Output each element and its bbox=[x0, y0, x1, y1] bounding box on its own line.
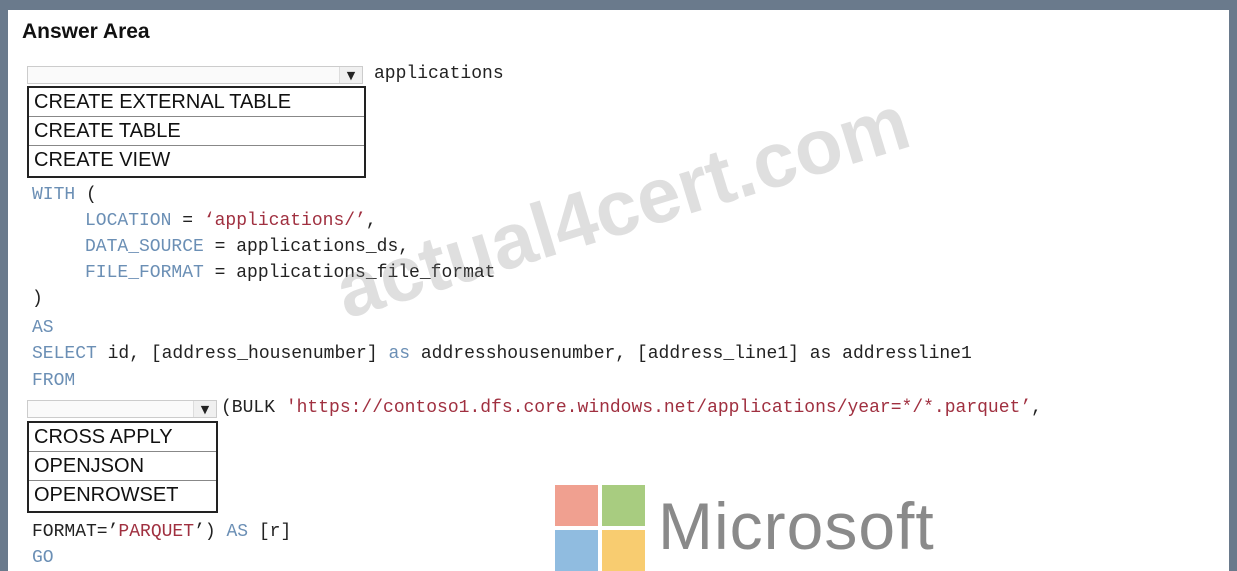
code-line-from: FROM bbox=[32, 371, 76, 391]
code-line-bulk: (BULK 'https://contoso1.dfs.core.windows… bbox=[221, 398, 1042, 418]
keyword: LOCATION bbox=[85, 211, 172, 231]
option-openrowset[interactable]: OPENROWSET bbox=[29, 481, 216, 510]
code-text: FORMAT=’ bbox=[32, 522, 119, 542]
code-line-with: WITH ( bbox=[32, 185, 97, 205]
code-text: , bbox=[1031, 398, 1042, 418]
chevron-down-icon[interactable]: ▼ bbox=[339, 67, 362, 83]
code-line-go: GO bbox=[32, 548, 54, 568]
logo-square-red bbox=[555, 485, 598, 526]
keyword: DATA_SOURCE bbox=[85, 237, 204, 257]
code-text: addresshousenumber, [address_line1] as a… bbox=[410, 344, 972, 364]
statement-type-dropdown[interactable]: ▼ bbox=[27, 66, 363, 84]
option-cross-apply[interactable]: CROSS APPLY bbox=[29, 423, 216, 452]
logo-square-yellow bbox=[602, 530, 645, 571]
code-line-close-paren: ) bbox=[32, 289, 43, 309]
option-create-external-table[interactable]: CREATE EXTERNAL TABLE bbox=[29, 88, 364, 117]
code-text: = applications_file_format bbox=[203, 263, 496, 283]
option-create-table[interactable]: CREATE TABLE bbox=[29, 117, 364, 146]
string-literal: ‘applications/’ bbox=[203, 211, 366, 231]
code-text: = bbox=[171, 211, 204, 231]
statement-type-options: CREATE EXTERNAL TABLE CREATE TABLE CREAT… bbox=[27, 86, 366, 178]
code-line-select: SELECT id, [address_housenumber] as addr… bbox=[32, 344, 972, 364]
keyword: AS bbox=[226, 522, 249, 542]
logo-square-green bbox=[602, 485, 645, 526]
chevron-down-icon[interactable]: ▼ bbox=[193, 401, 216, 417]
option-create-view[interactable]: CREATE VIEW bbox=[29, 146, 364, 175]
logo-square-blue bbox=[555, 530, 598, 571]
string-literal: 'https://contoso1.dfs.core.windows.net/a… bbox=[285, 398, 1032, 418]
keyword: WITH bbox=[32, 185, 76, 205]
code-text: , bbox=[365, 211, 377, 231]
rowset-function-dropdown[interactable]: ▼ bbox=[27, 400, 217, 418]
keyword: FILE_FORMAT bbox=[85, 263, 204, 283]
code-text: ( bbox=[75, 185, 97, 205]
code-text: = applications_ds, bbox=[203, 237, 410, 257]
code-line-data-source: DATA_SOURCE = applications_ds, bbox=[85, 237, 409, 257]
code-text: (BULK bbox=[221, 398, 286, 418]
microsoft-logo-icon bbox=[555, 485, 645, 571]
code-line-format: FORMAT=’PARQUET’) AS [r] bbox=[32, 522, 291, 542]
code-line-location: LOCATION = ‘applications/’, bbox=[85, 211, 377, 231]
keyword: SELECT bbox=[32, 344, 97, 364]
code-line-as: AS bbox=[32, 318, 54, 338]
rowset-function-options: CROSS APPLY OPENJSON OPENROWSET bbox=[27, 421, 218, 513]
table-name-text: applications bbox=[374, 64, 504, 84]
code-text: id, [address_housenumber] bbox=[96, 344, 389, 364]
string-literal: PARQUET bbox=[118, 522, 195, 542]
code-text: ’) bbox=[194, 522, 227, 542]
option-openjson[interactable]: OPENJSON bbox=[29, 452, 216, 481]
code-text: [r] bbox=[248, 522, 292, 542]
keyword: as bbox=[388, 344, 411, 364]
code-line-file-format: FILE_FORMAT = applications_file_format bbox=[85, 263, 495, 283]
microsoft-logo-text: Microsoft bbox=[658, 489, 935, 563]
answer-area-title: Answer Area bbox=[22, 20, 150, 43]
